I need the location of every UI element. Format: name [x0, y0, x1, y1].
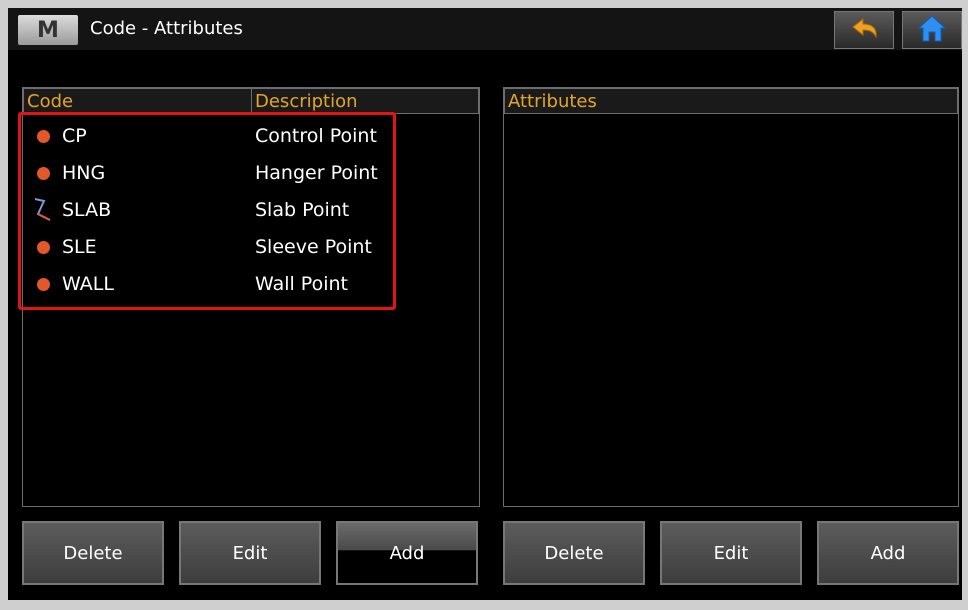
delete-attribute-button[interactable]: Delete: [503, 521, 645, 585]
screen-frame-left: [0, 0, 8, 610]
home-icon: [915, 13, 949, 47]
point-dot-icon: [35, 128, 51, 144]
edit-code-button[interactable]: Edit: [179, 521, 321, 585]
screen-frame-top: [0, 0, 968, 8]
description-cell: Sleeve Point: [255, 236, 372, 258]
codes-list-panel[interactable]: Code Description CP Control Point HNG Ha…: [22, 87, 480, 507]
column-header-code[interactable]: Code: [23, 88, 252, 114]
code-cell: SLE: [62, 236, 97, 258]
home-button[interactable]: [902, 11, 962, 49]
screen-frame-right: [962, 0, 968, 610]
code-row-cp[interactable]: CP Control Point: [23, 118, 399, 154]
description-cell: Slab Point: [255, 199, 350, 221]
add-attribute-button[interactable]: Add: [817, 521, 959, 585]
screen-frame-bottom: [0, 600, 968, 610]
code-cell: WALL: [62, 273, 114, 295]
undo-arrow-icon: [847, 15, 881, 45]
code-row-sle[interactable]: SLE Sleeve Point: [23, 229, 399, 265]
app-logo: M: [18, 15, 78, 45]
point-dot-icon: [35, 276, 51, 292]
delete-code-button[interactable]: Delete: [22, 521, 164, 585]
point-dot-icon: [35, 239, 51, 255]
window-title: Code - Attributes: [90, 18, 243, 39]
code-cell: CP: [62, 125, 87, 147]
code-cell: SLAB: [62, 199, 112, 221]
description-cell: Wall Point: [255, 273, 348, 295]
edit-attribute-button[interactable]: Edit: [660, 521, 802, 585]
code-row-hng[interactable]: HNG Hanger Point: [23, 155, 399, 191]
code-cell: HNG: [62, 162, 106, 184]
add-code-button[interactable]: Add: [336, 521, 478, 585]
attributes-list-panel[interactable]: Attributes: [503, 87, 959, 507]
description-cell: Control Point: [255, 125, 377, 147]
code-row-wall[interactable]: WALL Wall Point: [23, 266, 399, 302]
code-row-slab[interactable]: SLAB Slab Point: [23, 192, 399, 228]
title-bar: M Code - Attributes: [8, 8, 962, 50]
column-header-description[interactable]: Description: [251, 88, 479, 114]
line-icon: [32, 196, 54, 224]
back-button[interactable]: [834, 11, 894, 49]
column-header-attributes[interactable]: Attributes: [504, 88, 958, 114]
description-cell: Hanger Point: [255, 162, 378, 184]
point-dot-icon: [35, 165, 51, 181]
